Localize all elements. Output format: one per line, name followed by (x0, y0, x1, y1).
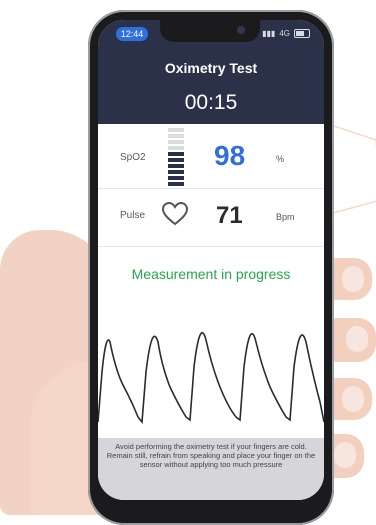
spo2-level-bar (168, 176, 184, 180)
instruction-notice: Avoid performing the oximetry test if yo… (98, 438, 324, 500)
fingernail (334, 442, 356, 468)
status-time: 12:44 (116, 27, 148, 41)
pulse-value: 71 (216, 202, 243, 229)
spo2-value: 98 (214, 140, 246, 171)
test-timer: 00:15 (184, 91, 238, 114)
fingernail (346, 326, 368, 352)
status-icons: ▮▮▮ 4G (262, 29, 310, 38)
pulse-row: Pulse 71 Bpm (98, 188, 324, 247)
heart-icon (162, 202, 188, 226)
spo2-level-bar (168, 128, 184, 132)
spo2-level-bars (168, 128, 184, 188)
fingernail (342, 386, 364, 412)
notice-line-1: Avoid performing the oximetry test if yo… (115, 442, 307, 451)
fingernail (342, 266, 364, 292)
spo2-level-bar (168, 134, 184, 138)
battery-icon (294, 29, 310, 38)
front-camera (237, 26, 245, 34)
spo2-row: SpO2 98 % (98, 124, 324, 189)
page-title: Oximetry Test (164, 60, 258, 76)
spo2-level-bar (168, 152, 184, 156)
spo2-level-bar (168, 164, 184, 168)
measurement-status: Measurement in progress (131, 266, 291, 282)
spo2-level-bar (168, 140, 184, 144)
signal-icon: ▮▮▮ (262, 29, 276, 38)
phone-screen: 12:44 ▮▮▮ 4G Oximetry Test 00:15 SpO2 98… (98, 20, 324, 500)
phone-notch (160, 20, 260, 42)
spo2-label: SpO2 (120, 152, 146, 163)
pulse-waveform (98, 332, 324, 425)
spo2-level-bar (168, 182, 184, 186)
network-type: 4G (279, 29, 290, 38)
spo2-level-bar (168, 146, 184, 150)
spo2-unit: % (276, 154, 285, 164)
spo2-level-bar (168, 170, 184, 174)
pulse-label: Pulse (120, 210, 146, 221)
pulse-unit: Bpm (276, 212, 295, 222)
spo2-level-bar (168, 158, 184, 162)
notice-line-2: Remain still, refrain from speaking and … (106, 451, 316, 469)
